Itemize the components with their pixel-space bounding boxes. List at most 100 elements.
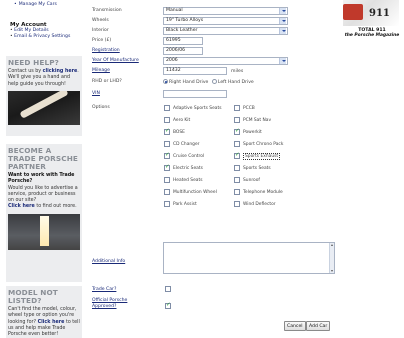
year-row: Year Of Manufacture 2006 — [88, 57, 338, 66]
checkbox-checked[interactable] — [234, 128, 240, 135]
checkbox[interactable] — [234, 189, 240, 195]
trade-car-row: Trade Car? — [88, 286, 338, 295]
vin-input[interactable] — [163, 90, 227, 98]
trade-partner-body: Would you like to advertise a service, p… — [8, 185, 78, 204]
interior-label: Interior — [92, 28, 109, 33]
checkbox[interactable] — [234, 177, 240, 183]
additional-info-label[interactable]: Additional Info — [92, 259, 125, 264]
add-car-form: Transmission Manual Wheels 19" Turbo All… — [88, 0, 338, 338]
model-click-here-link[interactable]: Click here — [38, 320, 65, 325]
year-select[interactable]: 2006 — [163, 57, 288, 65]
trade-car-checkbox[interactable] — [165, 286, 171, 292]
manage-my-cars-link[interactable]: Manage My Cars — [0, 0, 82, 7]
checkbox[interactable] — [164, 177, 170, 183]
checkbox-checked[interactable] — [234, 152, 240, 159]
mileage-row: Mileage 11432 miles — [88, 67, 338, 76]
checkbox[interactable] — [234, 141, 240, 147]
drive-radio-group: Right Hand Drive Left Hand Drive — [163, 79, 254, 85]
official-approved-checkbox[interactable] — [165, 302, 171, 309]
mileage-unit: miles — [231, 68, 244, 74]
registration-label[interactable]: Registration — [92, 48, 120, 53]
rhd-radio[interactable] — [163, 79, 168, 84]
price-input[interactable]: 61995 — [163, 37, 203, 45]
lhd-label[interactable]: Left Hand Drive — [218, 80, 254, 85]
checkbox-checked[interactable] — [164, 152, 170, 159]
garage-door-image — [8, 213, 80, 250]
mileage-input[interactable]: 11432 — [163, 67, 227, 75]
option-label: Electric Seats — [173, 165, 203, 171]
interior-value: Black Leather — [166, 28, 198, 33]
checkbox[interactable] — [234, 105, 240, 111]
magazine-cover-image[interactable] — [343, 0, 399, 26]
my-account-section: My Account Edit My Details Email & Priva… — [0, 22, 82, 40]
checkbox[interactable] — [234, 201, 240, 207]
transmission-value: Manual — [166, 8, 183, 13]
handshake-image — [8, 90, 80, 125]
option-label: Park Assist — [173, 201, 197, 207]
drive-label: RHD or LHD? — [92, 79, 122, 84]
option-label: Powerkit — [243, 129, 262, 135]
official-approved-label[interactable]: Official Porsche Approved? — [92, 298, 140, 309]
registration-input[interactable]: 2006/06 — [163, 47, 203, 55]
trade-click-here-link[interactable]: Click here — [8, 204, 35, 209]
checkbox[interactable] — [234, 117, 240, 123]
option-label: Cruise Control — [173, 153, 205, 159]
vin-label[interactable]: VIN — [92, 91, 100, 96]
need-help-line: Contact us by — [8, 69, 43, 74]
option-label: BOSE — [173, 129, 185, 135]
checkbox[interactable] — [164, 141, 170, 147]
option-label: Sport Chrono Pack — [243, 141, 284, 147]
need-help-title: NEED HELP? — [8, 58, 59, 67]
trade-partner-title: BECOME A TRADE PORSCHE PARTNER — [8, 146, 78, 171]
option-label: Multifunction Wheel — [173, 189, 217, 195]
email-privacy-settings-link[interactable]: Email & Privacy Settings — [10, 34, 82, 40]
chevron-down-icon[interactable] — [279, 8, 286, 14]
textarea-scrollbar[interactable] — [329, 243, 334, 273]
additional-info-textarea[interactable] — [163, 242, 335, 274]
option-label: Sunroof — [243, 177, 260, 183]
checkbox[interactable] — [164, 189, 170, 195]
trade-car-label[interactable]: Trade Car? — [92, 287, 116, 292]
trade-partner-question: Want to work with Trade Porsche? — [8, 173, 75, 185]
cancel-button[interactable]: Cancel — [284, 321, 306, 331]
lhd-radio[interactable] — [211, 79, 217, 84]
checkbox[interactable] — [164, 201, 170, 207]
option-label: Aero Kit — [173, 117, 191, 123]
option-label: PCCB — [243, 105, 255, 111]
chevron-down-icon[interactable] — [279, 58, 286, 64]
sidebar: Manage My Cars My Account Edit My Detail… — [0, 0, 82, 338]
trade-partner-tail: to find out more. — [34, 204, 77, 210]
year-label[interactable]: Year Of Manufacture — [92, 58, 139, 63]
mileage-label[interactable]: Mileage — [92, 68, 110, 73]
interior-select[interactable]: Black Leather — [163, 27, 288, 35]
registration-row: Registration 2006/06 — [88, 47, 338, 56]
wheels-row: Wheels 19" Turbo Alloys — [88, 17, 338, 26]
need-help-text: Contact us by clicking here. We'll give … — [6, 69, 82, 88]
year-value: 2006 — [166, 58, 178, 63]
rhd-label[interactable]: Right Hand Drive — [169, 80, 208, 85]
wheels-value: 19" Turbo Alloys — [166, 18, 204, 23]
my-account-links: Edit My Details Email & Privacy Settings — [0, 28, 82, 40]
transmission-label: Transmission — [92, 8, 122, 13]
price-row: Price (£) 61995 — [88, 37, 338, 46]
transmission-row: Transmission Manual — [88, 7, 338, 16]
option-label: Telephone Module — [243, 189, 283, 195]
magazine-subtitle: the Porsche Magazine — [344, 33, 400, 38]
chevron-down-icon[interactable] — [279, 18, 286, 24]
drive-row: RHD or LHD? Right Hand Drive Left Hand D… — [88, 78, 338, 87]
chevron-down-icon[interactable] — [279, 28, 286, 34]
price-label: Price (£) — [92, 38, 112, 43]
checkbox-checked[interactable] — [164, 164, 170, 171]
add-car-button[interactable]: Add Car — [306, 321, 331, 331]
transmission-select[interactable]: Manual — [163, 7, 288, 15]
magazine-ad[interactable]: TOTAL 911 the Porsche Magazine — [340, 0, 404, 60]
official-approved-row: Official Porsche Approved? — [88, 297, 338, 313]
option-label: Wind Deflector — [243, 201, 276, 207]
checkbox[interactable] — [164, 117, 170, 123]
wheels-select[interactable]: 19" Turbo Alloys — [163, 17, 288, 25]
checkbox[interactable] — [164, 105, 170, 111]
wheels-label: Wheels — [92, 18, 109, 23]
checkbox[interactable] — [234, 165, 240, 171]
clicking-here-link[interactable]: clicking here — [43, 69, 78, 74]
checkbox-checked[interactable] — [164, 128, 170, 135]
